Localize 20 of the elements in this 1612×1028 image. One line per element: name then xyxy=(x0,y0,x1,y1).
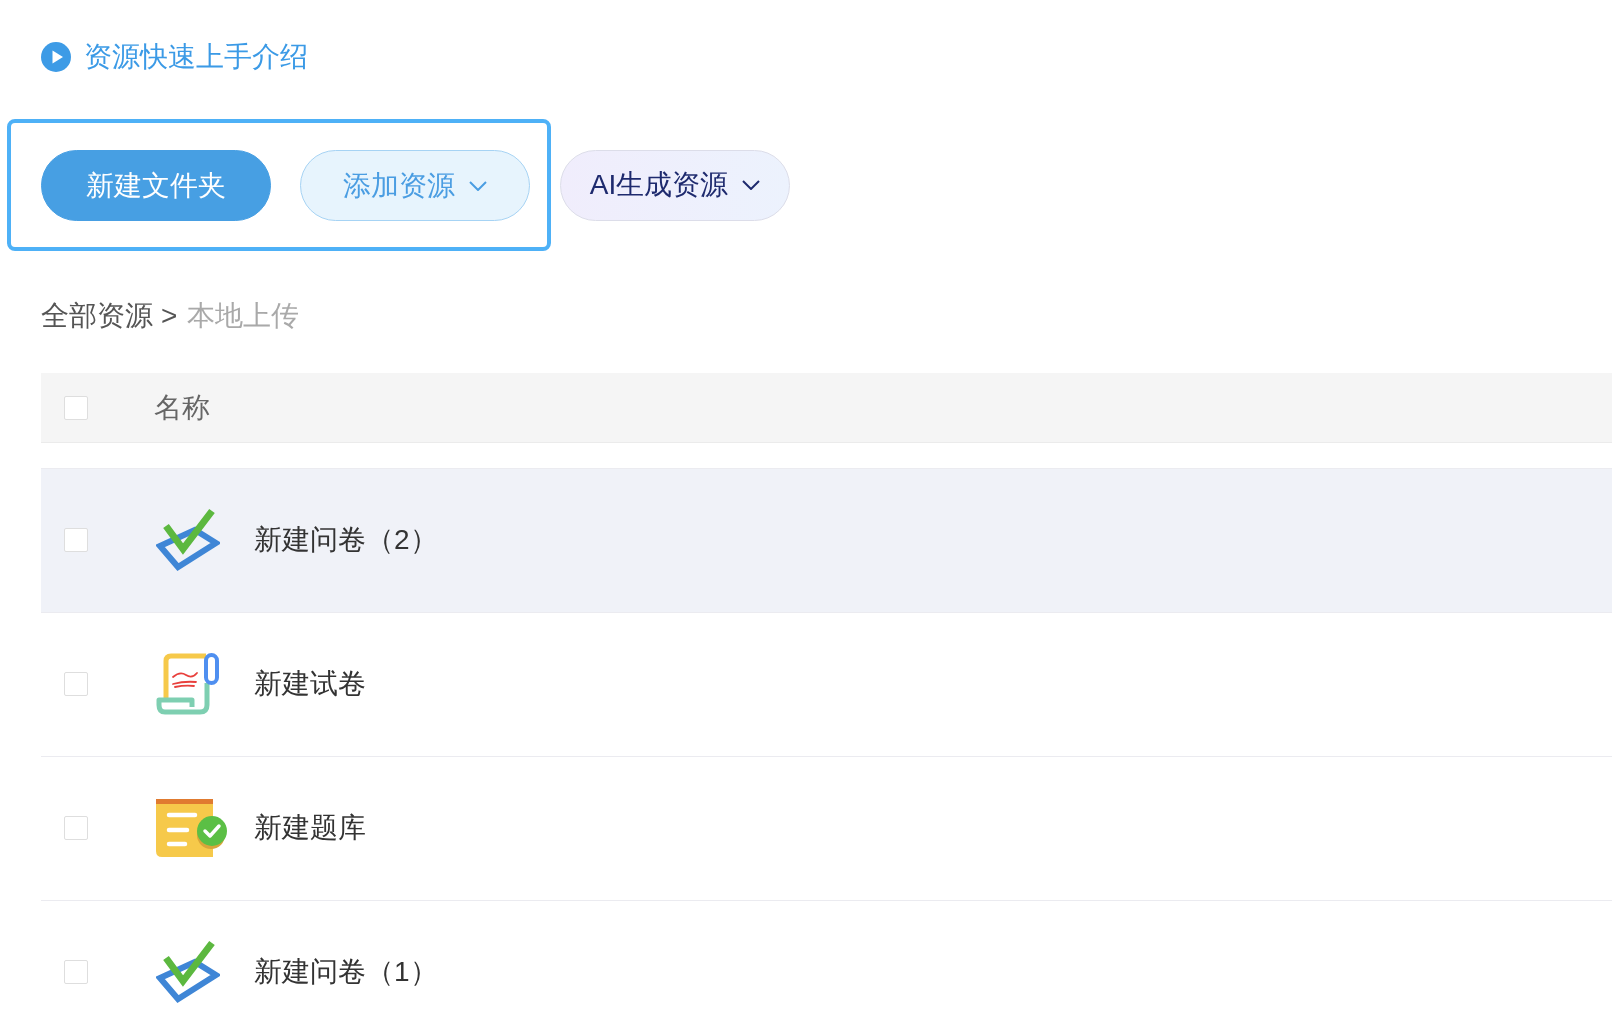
breadcrumb-separator: > xyxy=(161,299,178,333)
row-checkbox[interactable] xyxy=(64,672,88,697)
resource-name: 新建题库 xyxy=(254,811,366,846)
resource-row[interactable]: 新建问卷（2） xyxy=(41,468,1612,613)
resource-name: 新建问卷（1） xyxy=(254,955,438,990)
breadcrumb-link[interactable]: 全部资源 xyxy=(41,296,153,336)
note-check-icon xyxy=(156,799,228,858)
row-checkbox[interactable] xyxy=(64,960,88,985)
resource-name: 新建问卷（2） xyxy=(254,523,438,558)
tray-check-icon xyxy=(156,940,220,1005)
resource-name: 新建试卷 xyxy=(254,667,366,702)
tray-check-icon xyxy=(156,508,220,573)
select-all-checkbox[interactable] xyxy=(64,395,88,420)
column-header: 名称 xyxy=(154,390,210,425)
row-checkbox[interactable] xyxy=(64,816,88,841)
breadcrumb-current: 本地上传 xyxy=(187,299,300,333)
ai-generate-button[interactable]: AI生成资源 xyxy=(560,149,790,221)
scroll-icon xyxy=(156,653,220,716)
row-checkbox[interactable] xyxy=(64,528,88,553)
play-icon xyxy=(41,42,71,72)
